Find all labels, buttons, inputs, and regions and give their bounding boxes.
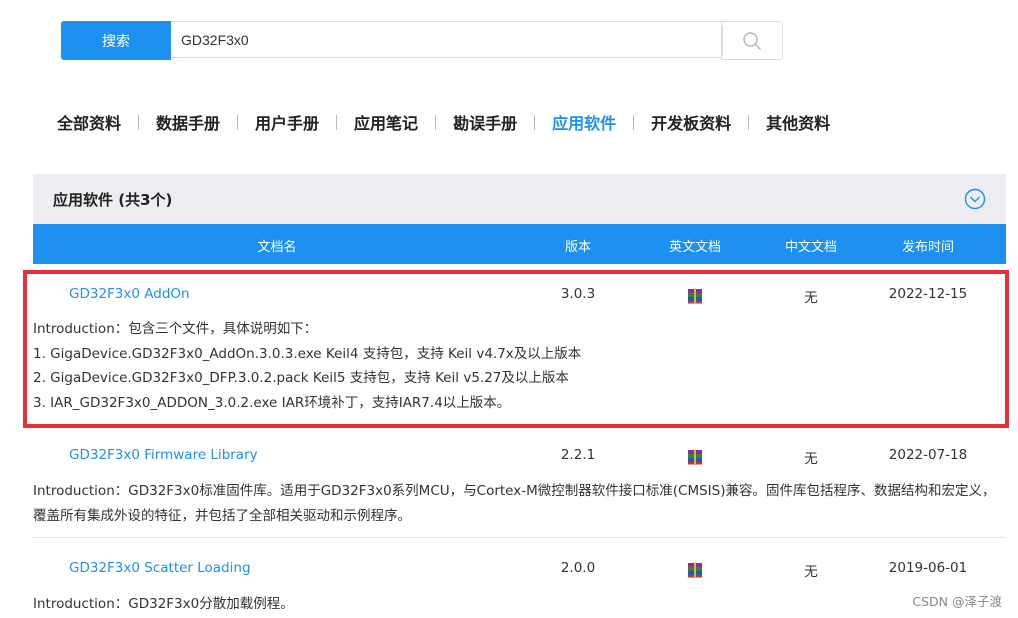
table-row: GD32F3x0 Scatter Loading 2.0.0 无 2019-06… xyxy=(33,560,1006,616)
document-link[interactable]: GD32F3x0 Scatter Loading xyxy=(69,560,251,576)
tab-all[interactable]: 全部资料 xyxy=(40,110,138,134)
tab-datasheet[interactable]: 数据手册 xyxy=(139,110,237,134)
tab-other[interactable]: 其他资料 xyxy=(749,110,847,134)
description-line: Introduction：GD32F3x0分散加载例程。 xyxy=(33,596,294,612)
date-cell: 2019-06-01 xyxy=(888,560,968,576)
highlight-box xyxy=(23,270,1009,428)
column-header-name: 文档名 xyxy=(257,240,297,255)
search-input[interactable] xyxy=(171,21,721,58)
tab-errata[interactable]: 勘误手册 xyxy=(436,110,534,134)
column-header-en-doc: 英文文档 xyxy=(668,240,722,255)
table-row: GD32F3x0 Firmware Library 2.2.1 无 2022-0… xyxy=(33,447,1006,527)
tab-user-manual[interactable]: 用户手册 xyxy=(238,110,336,134)
column-header-cn-doc: 中文文档 xyxy=(784,240,838,255)
category-tabs: 全部资料 数据手册 用户手册 应用笔记 勘误手册 应用软件 开发板资料 其他资料 xyxy=(40,108,847,136)
tab-app-software[interactable]: 应用软件 xyxy=(535,110,633,134)
table-header: 文档名 版本 英文文档 中文文档 发布时间 xyxy=(33,224,1006,264)
tab-app-notes[interactable]: 应用笔记 xyxy=(337,110,435,134)
document-link[interactable]: GD32F3x0 Firmware Library xyxy=(69,447,258,463)
version-cell: 2.2.1 xyxy=(560,447,596,463)
description: Introduction：GD32F3x0标准固件库。适用于GD32F3x0系列… xyxy=(33,479,995,528)
row-divider xyxy=(33,537,1006,538)
cn-doc-cell: 无 xyxy=(804,564,818,580)
tab-dev-board[interactable]: 开发板资料 xyxy=(634,110,748,134)
search-button[interactable]: 搜索 xyxy=(61,21,171,60)
search-submit-button[interactable] xyxy=(721,21,783,60)
column-header-date: 发布时间 xyxy=(901,240,955,255)
collapse-chevron-icon[interactable] xyxy=(964,188,986,210)
description-line: Introduction：GD32F3x0标准固件库。适用于GD32F3x0系列… xyxy=(33,483,996,499)
column-header-version: 版本 xyxy=(564,240,592,255)
date-cell: 2022-07-18 xyxy=(888,447,968,463)
section-header: 应用软件 (共3个) xyxy=(33,174,1006,224)
search-icon xyxy=(743,31,761,50)
search-bar: 搜索 xyxy=(61,21,783,60)
winrar-archive-icon[interactable] xyxy=(687,449,703,465)
winrar-archive-icon[interactable] xyxy=(687,562,703,578)
section-title: 应用软件 (共3个) xyxy=(53,191,173,209)
cn-doc-cell: 无 xyxy=(804,451,818,467)
version-cell: 2.0.0 xyxy=(560,560,596,576)
watermark: CSDN @泽子渡 xyxy=(912,594,1002,609)
description: Introduction：GD32F3x0分散加载例程。 xyxy=(33,592,294,617)
description-line: 覆盖所有集成外设的特征，并包括了全部相关驱动和示例程序。 xyxy=(33,507,411,524)
